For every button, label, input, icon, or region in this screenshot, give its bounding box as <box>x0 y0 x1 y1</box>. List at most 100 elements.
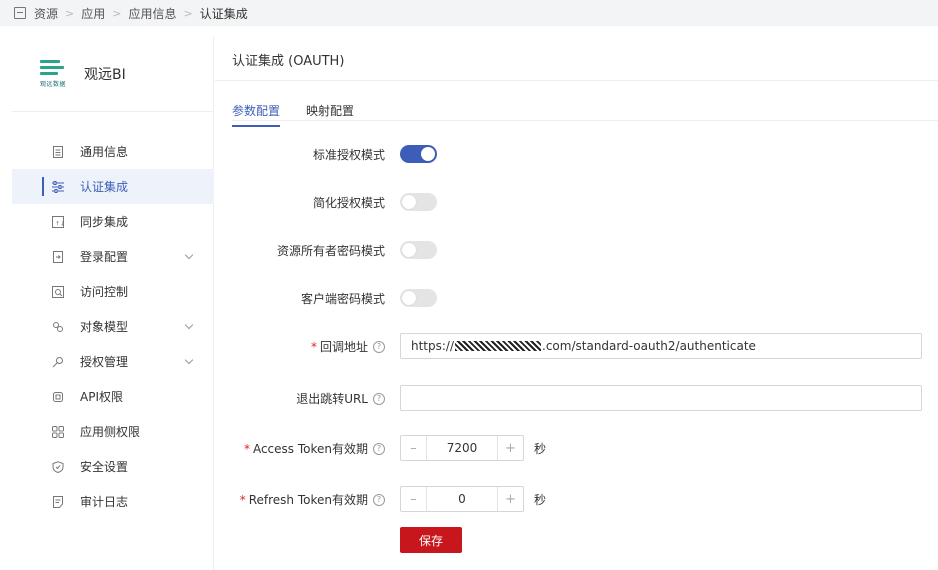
sidebar-item-label: 对象模型 <box>80 320 129 334</box>
sidebar-item-label: 认证集成 <box>80 180 129 194</box>
required-mark: * <box>243 441 250 456</box>
implicit-auth-toggle[interactable] <box>400 193 437 211</box>
save-button[interactable]: 保存 <box>400 527 462 553</box>
field-label: 客户端密码模式 <box>300 291 385 306</box>
toggle-knob <box>421 147 435 161</box>
callback-url-label: 回调地址 <box>319 339 368 354</box>
collapse-icon[interactable] <box>14 7 26 19</box>
refresh-token-value[interactable]: 0 <box>427 492 497 506</box>
sidebar: 观远数据 观远BI 通用信息 认证集成 ↑↓ 同步集成 登录配置 访问控制 对象… <box>12 36 214 570</box>
sync-icon: ↑↓ <box>52 216 64 228</box>
breadcrumb-separator-icon: > <box>183 6 193 20</box>
login-icon <box>53 251 63 263</box>
toggle-row-password-auth: 资源所有者密码模式 <box>215 236 938 264</box>
help-icon[interactable]: ? <box>373 341 385 353</box>
field-label: * Access Token有效期? <box>215 440 385 457</box>
sidebar-item-label: API权限 <box>80 390 123 404</box>
divider <box>215 80 938 81</box>
tab-bar: 参数配置 映射配置 <box>232 102 380 127</box>
main-panel: 认证集成 (OAUTH) 参数配置 映射配置 标准授权模式 简化授权模式 资源所… <box>215 36 938 570</box>
sidebar-item-label: 访问控制 <box>80 285 129 299</box>
refresh-token-label: Refresh Token有效期 <box>248 492 368 507</box>
help-icon[interactable]: ? <box>373 393 385 405</box>
model-icon <box>53 322 63 332</box>
required-mark: * <box>310 339 317 354</box>
toggle-knob <box>402 291 416 305</box>
field-label: 退出跳转URL? <box>215 390 385 407</box>
access-token-value[interactable]: 7200 <box>427 441 497 455</box>
sidebar-item-label: 同步集成 <box>80 215 129 229</box>
unit-label: 秒 <box>534 441 547 456</box>
key-icon <box>52 357 63 368</box>
divider <box>232 120 938 121</box>
sidebar-item-label: 授权管理 <box>80 355 129 369</box>
redacted-mask <box>455 341 542 351</box>
brand: 观远数据 观远BI <box>12 36 213 112</box>
breadcrumb-bar: 资源 > 应用 > 应用信息 > 认证集成 <box>0 0 938 26</box>
decrement-button[interactable]: – <box>401 436 427 460</box>
breadcrumb-separator-icon: > <box>65 6 75 20</box>
increment-button[interactable]: + <box>497 487 523 511</box>
callback-url-row: * 回调地址? https:// .com/standard-oauth2/auth… <box>215 332 938 360</box>
api-icon <box>53 392 63 402</box>
toggle-knob <box>402 243 416 257</box>
svg-text:↑↓: ↑↓ <box>55 221 64 228</box>
sidebar-item-access-control[interactable]: 访问控制 <box>12 274 214 309</box>
tab-param-config[interactable]: 参数配置 <box>232 102 281 127</box>
access-token-label: Access Token有效期 <box>252 441 368 456</box>
callback-url-suffix: .com/standard-oauth2/authenticate <box>542 339 756 353</box>
breadcrumb-item[interactable]: 应用信息 <box>128 5 176 22</box>
field-label: * Refresh Token有效期? <box>215 491 385 508</box>
sidebar-item-audit-log[interactable]: 审计日志 <box>12 484 214 519</box>
sidebar-item-app-side-permission[interactable]: 应用侧权限 <box>12 414 214 449</box>
callback-url-input[interactable]: https:// .com/standard-oauth2/authenticat… <box>400 333 922 359</box>
sidebar-item-api-permission[interactable]: API权限 <box>12 379 214 414</box>
sidebar-item-label: 应用侧权限 <box>80 425 141 439</box>
breadcrumb-item[interactable]: 资源 <box>34 5 58 22</box>
breadcrumb-separator-icon: > <box>112 6 122 20</box>
sidebar-item-auth-integration[interactable]: 认证集成 <box>12 169 214 204</box>
chevron-down-icon[interactable] <box>184 320 194 330</box>
sidebar-item-label: 审计日志 <box>80 495 129 509</box>
sidebar-item-authorization-management[interactable]: 授权管理 <box>12 344 214 379</box>
client-credentials-toggle[interactable] <box>400 289 437 307</box>
grid-icon <box>52 426 64 438</box>
decrement-button[interactable]: – <box>401 487 427 511</box>
app-name: 观远BI <box>84 66 126 83</box>
increment-button[interactable]: + <box>497 436 523 460</box>
sidebar-item-label: 通用信息 <box>80 145 129 159</box>
callback-url-prefix: https:// <box>411 339 455 353</box>
breadcrumb-item[interactable]: 应用 <box>81 5 105 22</box>
breadcrumb-current: 认证集成 <box>199 6 248 21</box>
refresh-token-stepper: – 0 + 秒 <box>400 486 546 512</box>
sidebar-nav: 通用信息 认证集成 ↑↓ 同步集成 登录配置 访问控制 对象模型 授权管理 AP… <box>12 134 214 519</box>
sliders-icon <box>52 181 64 193</box>
sidebar-item-login-config[interactable]: 登录配置 <box>12 239 214 274</box>
field-label: 标准授权模式 <box>312 147 385 162</box>
help-icon[interactable]: ? <box>373 443 385 455</box>
help-icon[interactable]: ? <box>373 494 385 506</box>
toggle-row-implicit-auth: 简化授权模式 <box>215 188 938 216</box>
standard-auth-toggle[interactable] <box>400 145 437 163</box>
chevron-down-icon[interactable] <box>184 355 194 365</box>
chevron-down-icon[interactable] <box>184 250 194 260</box>
required-mark: * <box>239 492 246 507</box>
field-label: * 回调地址? <box>215 338 385 355</box>
access-icon <box>52 286 64 298</box>
password-auth-toggle[interactable] <box>400 241 437 259</box>
logout-url-row: 退出跳转URL? <box>215 384 938 412</box>
toggle-row-client-credentials: 客户端密码模式 <box>215 284 938 312</box>
sidebar-item-sync-integration[interactable]: ↑↓ 同步集成 <box>12 204 214 239</box>
document-icon <box>53 146 63 158</box>
toggle-row-standard-auth: 标准授权模式 <box>215 140 938 168</box>
sidebar-item-label: 登录配置 <box>80 250 129 264</box>
logout-url-input[interactable] <box>400 385 922 411</box>
sidebar-item-security-settings[interactable]: 安全设置 <box>12 449 214 484</box>
access-token-row: * Access Token有效期? – 7200 + 秒 <box>215 434 938 462</box>
sidebar-item-general-info[interactable]: 通用信息 <box>12 134 214 169</box>
refresh-token-row: * Refresh Token有效期? – 0 + 秒 <box>215 485 938 513</box>
sidebar-item-object-model[interactable]: 对象模型 <box>12 309 214 344</box>
tab-mapping-config[interactable]: 映射配置 <box>306 102 354 127</box>
sidebar-item-label: 安全设置 <box>80 460 129 474</box>
access-token-stepper: – 7200 + 秒 <box>400 435 546 461</box>
